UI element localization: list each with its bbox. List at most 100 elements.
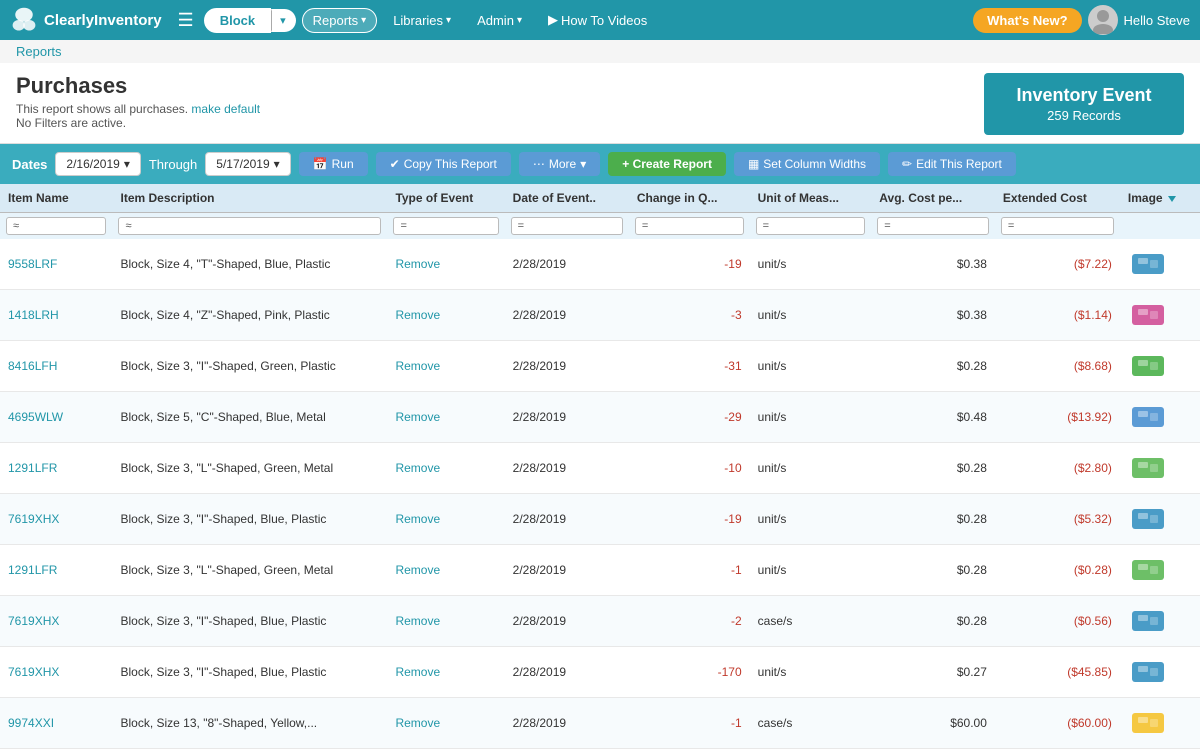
table-row: 9974XXIBlock, Size 13, "8"-Shaped, Yello… <box>0 698 1200 749</box>
admin-nav-link[interactable]: Admin ▾ <box>467 9 532 32</box>
report-toolbar: Dates 2/16/2019 ▾ Through 5/17/2019 ▾ 📅 … <box>0 144 1200 184</box>
page-title-area: Purchases This report shows all purchase… <box>16 73 260 130</box>
block-nav-button[interactable]: Block <box>204 8 271 33</box>
date-from-picker[interactable]: 2/16/2019 ▾ <box>55 152 140 176</box>
type-link[interactable]: Remove <box>395 461 440 475</box>
item-name-link[interactable]: 7619XHX <box>8 665 59 679</box>
column-header-row: Item Name Item Description Type of Event… <box>0 184 1200 213</box>
breadcrumb: Reports <box>0 40 1200 63</box>
type-link[interactable]: Remove <box>395 257 440 271</box>
table-row: 1291LFRBlock, Size 3, "L"-Shaped, Green,… <box>0 443 1200 494</box>
copy-report-button[interactable]: ✔ Copy This Report <box>376 152 511 176</box>
date-to-picker[interactable]: 5/17/2019 ▾ <box>205 152 290 176</box>
item-image <box>1128 552 1168 588</box>
table-row: 4695WLWBlock, Size 5, "C"-Shaped, Blue, … <box>0 392 1200 443</box>
set-column-widths-button[interactable]: ▦ Set Column Widths <box>734 152 880 176</box>
page-title: Purchases <box>16 73 260 99</box>
item-name-link[interactable]: 9974XXI <box>8 716 54 730</box>
table-row: 1291LFRBlock, Size 3, "L"-Shaped, Green,… <box>0 545 1200 596</box>
data-table-container: Item Name Item Description Type of Event… <box>0 184 1200 749</box>
data-table: Item Name Item Description Type of Event… <box>0 184 1200 749</box>
filter-row <box>0 213 1200 240</box>
col-header-extcost: Extended Cost <box>995 184 1120 213</box>
type-cell: Remove <box>387 545 504 596</box>
table-body: 9558LRFBlock, Size 4, "T"-Shaped, Blue, … <box>0 239 1200 749</box>
edit-report-button[interactable]: ✏ Edit This Report <box>888 152 1016 176</box>
col-header-date: Date of Event.. <box>505 184 629 213</box>
libraries-nav-link[interactable]: Libraries ▾ <box>383 9 461 32</box>
filter-change[interactable] <box>635 217 744 235</box>
filter-extcost[interactable] <box>1001 217 1114 235</box>
filter-item-name[interactable] <box>6 217 106 235</box>
col-header-unit: Unit of Meas... <box>750 184 872 213</box>
inventory-event-title: Inventory Event <box>1008 85 1160 106</box>
type-cell: Remove <box>387 647 504 698</box>
avatar <box>1088 5 1118 35</box>
item-name-link[interactable]: 7619XHX <box>8 512 59 526</box>
item-image <box>1128 399 1168 435</box>
no-filters-label: No Filters are active. <box>16 116 260 130</box>
col-header-change: Change in Q... <box>629 184 750 213</box>
pencil-icon: ✏ <box>902 157 912 171</box>
filter-item-desc[interactable] <box>118 217 381 235</box>
date-to-dropdown-icon: ▾ <box>274 157 280 171</box>
item-name-link[interactable]: 1418LRH <box>8 308 59 322</box>
dates-label: Dates <box>12 157 47 172</box>
reports-dropdown-icon: ▾ <box>361 15 366 26</box>
filter-unit[interactable] <box>756 217 866 235</box>
type-cell: Remove <box>387 698 504 749</box>
item-image <box>1128 603 1168 639</box>
type-link[interactable]: Remove <box>395 308 440 322</box>
table-row: 7619XHXBlock, Size 3, "I"-Shaped, Blue, … <box>0 647 1200 698</box>
breadcrumb-reports-link[interactable]: Reports <box>16 44 62 59</box>
col-header-image: Image <box>1120 184 1200 213</box>
item-name-link[interactable]: 4695WLW <box>8 410 63 424</box>
navbar: ClearlyInventory ☰ Block ▾ Reports ▾ Lib… <box>0 0 1200 40</box>
block-nav-dropdown[interactable]: ▾ <box>271 9 296 32</box>
user-greeting: Hello Steve <box>1124 13 1190 28</box>
libraries-dropdown-icon: ▾ <box>446 15 451 26</box>
item-name-link[interactable]: 8416LFH <box>8 359 57 373</box>
item-name-link[interactable]: 7619XHX <box>8 614 59 628</box>
item-image <box>1128 501 1168 537</box>
type-link[interactable]: Remove <box>395 716 440 730</box>
filter-type[interactable] <box>393 217 498 235</box>
brand-name: ClearlyInventory <box>44 12 162 29</box>
column-icon: ▦ <box>748 157 759 171</box>
col-header-item-name: Item Name <box>0 184 112 213</box>
calendar-icon: 📅 <box>313 157 328 171</box>
inventory-event-records: 259 Records <box>1008 108 1160 123</box>
through-label: Through <box>149 157 197 172</box>
more-dots-icon: ⋯ <box>533 157 545 171</box>
type-cell: Remove <box>387 596 504 647</box>
item-image <box>1128 246 1168 282</box>
item-name-link[interactable]: 9558LRF <box>8 257 57 271</box>
col-header-type: Type of Event <box>387 184 504 213</box>
type-link[interactable]: Remove <box>395 563 440 577</box>
date-from-dropdown-icon: ▾ <box>124 157 130 171</box>
create-report-button[interactable]: + Create Report <box>608 152 726 176</box>
item-name-link[interactable]: 1291LFR <box>8 461 57 475</box>
item-image <box>1128 348 1168 384</box>
item-name-link[interactable]: 1291LFR <box>8 563 57 577</box>
reports-nav-link[interactable]: Reports ▾ <box>302 8 378 33</box>
type-link[interactable]: Remove <box>395 410 440 424</box>
filter-date[interactable] <box>511 217 623 235</box>
more-button[interactable]: ⋯ More ▾ <box>519 152 600 176</box>
type-link[interactable]: Remove <box>395 512 440 526</box>
table-row: 7619XHXBlock, Size 3, "I"-Shaped, Blue, … <box>0 494 1200 545</box>
user-menu[interactable]: Hello Steve <box>1088 5 1190 35</box>
more-dropdown-icon: ▾ <box>580 157 586 171</box>
type-link[interactable]: Remove <box>395 614 440 628</box>
whats-new-button[interactable]: What's New? <box>973 8 1081 33</box>
type-link[interactable]: Remove <box>395 665 440 679</box>
filter-avgcost[interactable] <box>877 217 989 235</box>
inventory-event-box: Inventory Event 259 Records <box>984 73 1184 135</box>
make-default-link[interactable]: make default <box>191 102 260 116</box>
type-link[interactable]: Remove <box>395 359 440 373</box>
brand-logo[interactable]: ClearlyInventory <box>10 6 162 34</box>
hamburger-icon[interactable]: ☰ <box>174 6 198 35</box>
col-header-avgcost: Avg. Cost pe... <box>871 184 995 213</box>
how-to-nav-link[interactable]: ▶ How To Videos <box>538 8 657 32</box>
run-button[interactable]: 📅 Run <box>299 152 368 176</box>
